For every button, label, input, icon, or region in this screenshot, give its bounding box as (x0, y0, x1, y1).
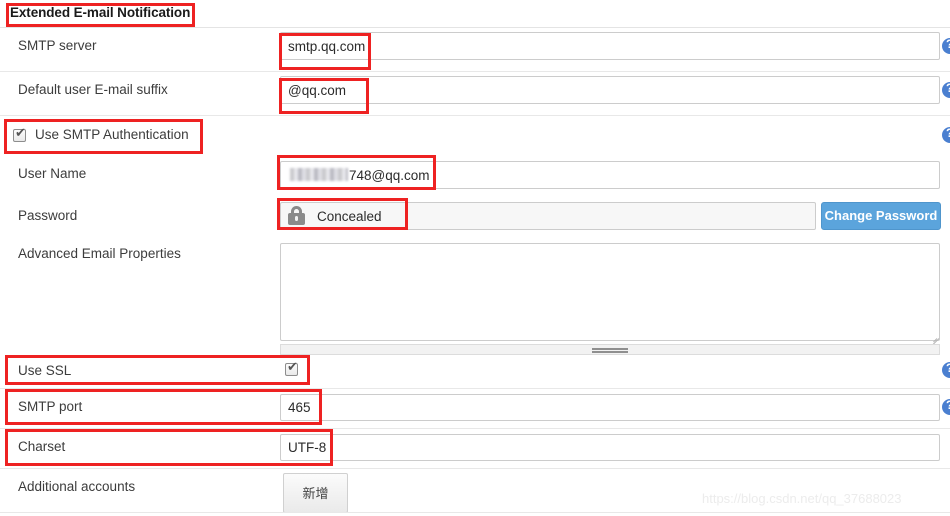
row-user-name: User Name (0, 156, 950, 198)
help-icon-smtp-port[interactable]: ? (942, 399, 950, 415)
label-use-ssl: Use SSL (18, 363, 72, 378)
checkmark-icon: ✔ (287, 360, 298, 375)
email-notification-settings-page: Extended E-mail Notification SMTP server… (0, 0, 950, 516)
row-smtp-server: SMTP server ? (0, 28, 950, 72)
help-icon-glyph: ? (946, 127, 950, 140)
section-header: Extended E-mail Notification (0, 0, 950, 28)
use-smtp-auth-checkbox[interactable]: ✔ (13, 126, 26, 142)
row-password: Password Concealed Change Password (0, 198, 950, 240)
label-smtp-port: SMTP port (18, 399, 83, 414)
label-use-smtp-auth[interactable]: Use SMTP Authentication (35, 127, 189, 142)
email-suffix-input[interactable] (280, 76, 940, 104)
password-concealed-text: Concealed (317, 209, 382, 224)
row-charset: Charset (0, 429, 950, 469)
row-use-ssl: Use SSL ✔ ? (0, 357, 950, 389)
help-icon-use-smtp-auth[interactable]: ? (942, 127, 950, 143)
smtp-server-input[interactable] (280, 32, 940, 60)
user-name-input[interactable] (280, 161, 940, 189)
label-smtp-server: SMTP server (18, 38, 97, 53)
label-password: Password (18, 208, 78, 223)
help-icon-smtp-server[interactable]: ? (942, 38, 950, 54)
advanced-email-properties-textarea[interactable] (280, 243, 940, 341)
help-icon-glyph: ? (946, 362, 950, 375)
help-icon-glyph: ? (946, 399, 950, 412)
label-user-name: User Name (18, 166, 87, 181)
user-name-redaction (290, 168, 348, 181)
checkmark-icon: ✔ (15, 126, 26, 141)
row-email-suffix: Default user E-mail suffix ? (0, 72, 950, 116)
row-advanced-email-properties: Advanced Email Properties (0, 240, 950, 346)
panel-drag-bar[interactable] (280, 344, 940, 355)
lock-icon (288, 206, 305, 225)
watermark-text: https://blog.csdn.net/qq_37688023 (702, 491, 902, 506)
charset-input[interactable] (280, 434, 940, 461)
change-password-button[interactable]: Change Password (821, 202, 941, 230)
help-icon-glyph: ? (946, 38, 950, 51)
page-title: Extended E-mail Notification (10, 5, 191, 20)
drag-grip-icon (592, 348, 628, 350)
help-icon-glyph: ? (946, 82, 950, 95)
label-charset: Charset (18, 439, 66, 454)
help-icon-email-suffix[interactable]: ? (942, 82, 950, 98)
label-advanced-email-properties: Advanced Email Properties (18, 246, 181, 261)
row-use-smtp-auth: ✔ Use SMTP Authentication ? (0, 116, 950, 156)
add-account-button[interactable]: 新增 (283, 473, 348, 513)
label-additional-accounts: Additional accounts (18, 479, 136, 494)
use-ssl-checkbox[interactable]: ✔ (285, 360, 298, 376)
smtp-port-input[interactable] (280, 394, 940, 421)
label-email-suffix: Default user E-mail suffix (18, 82, 168, 97)
row-smtp-port: SMTP port ? (0, 389, 950, 429)
help-icon-use-ssl[interactable]: ? (942, 362, 950, 378)
